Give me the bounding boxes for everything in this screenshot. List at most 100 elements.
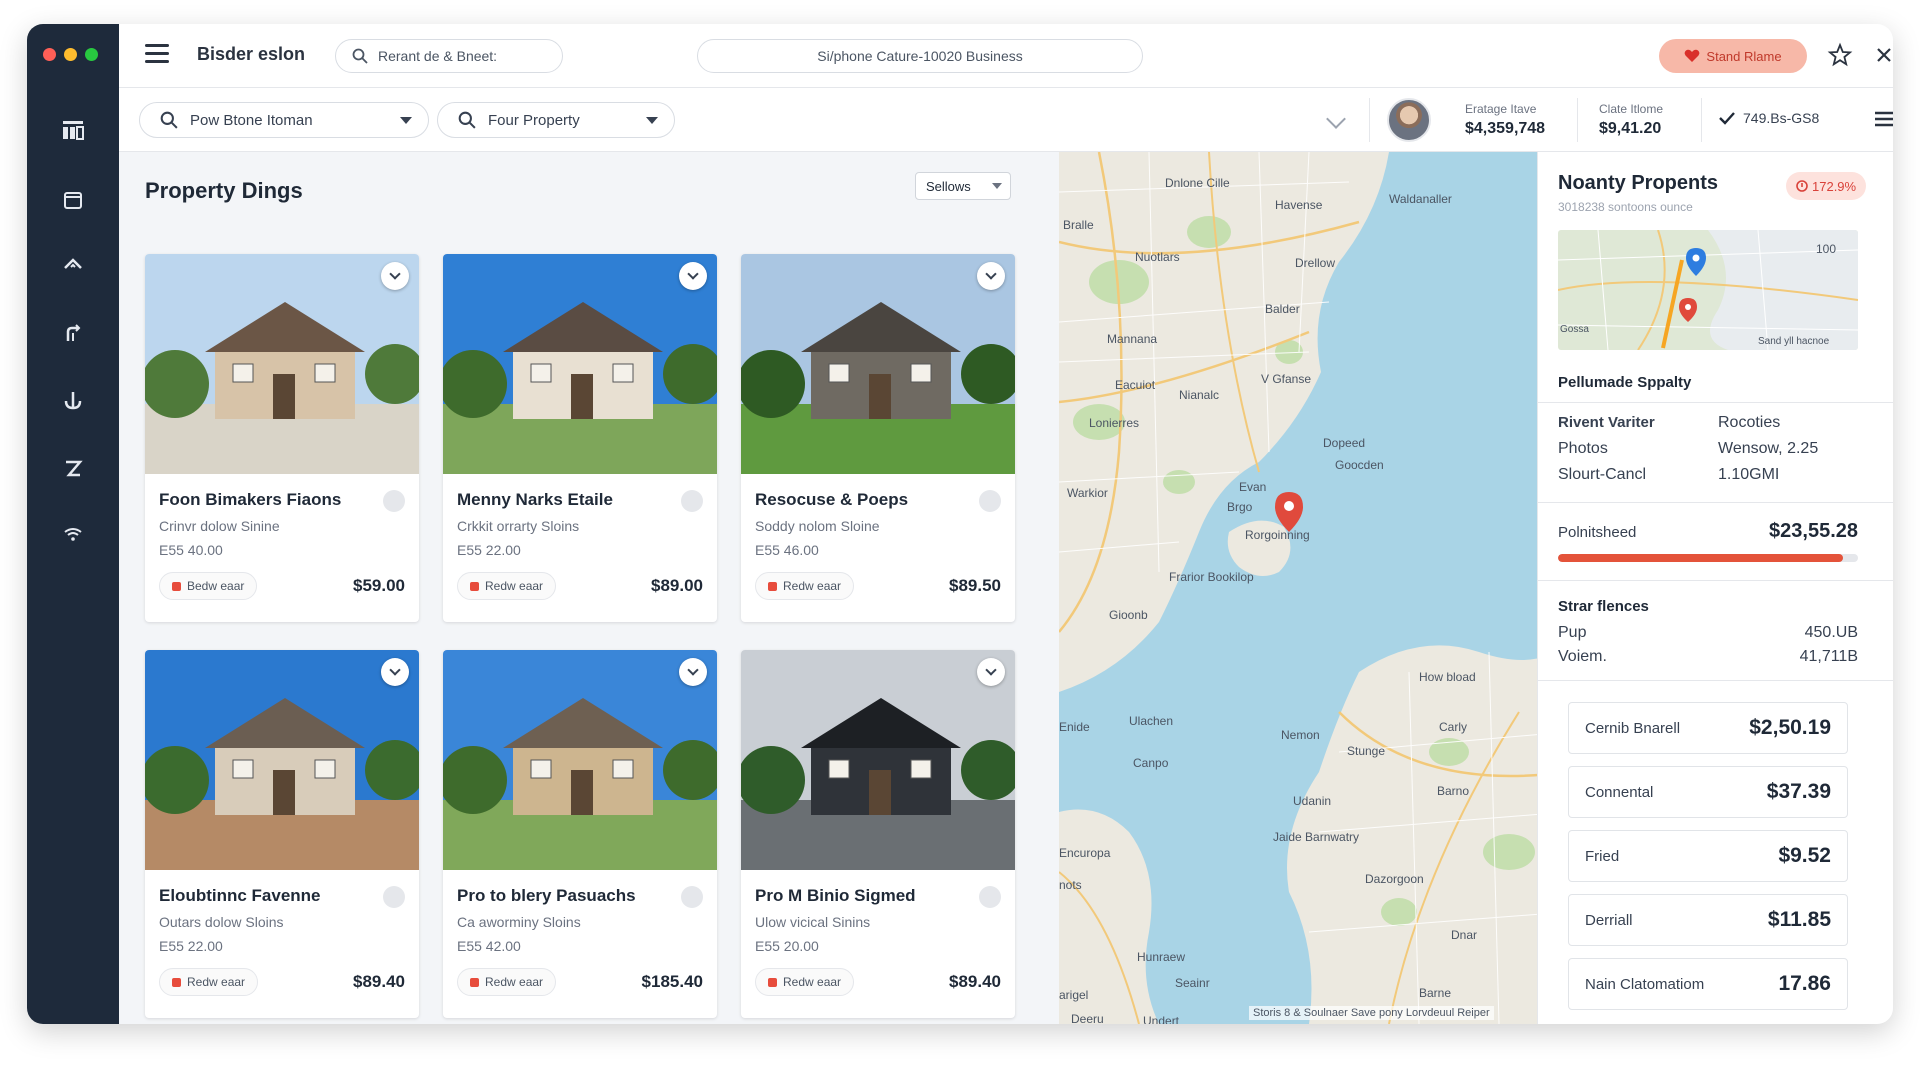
sidebar-home-icon[interactable] — [27, 246, 119, 286]
progress-value: $23,55.28 — [1769, 520, 1858, 542]
status-badge-value: 172.9% — [1812, 178, 1857, 194]
detail-key: Slourt-Cancl — [1558, 466, 1647, 483]
sidebar-wifi-icon[interactable] — [27, 514, 119, 554]
map-label: Dnar — [1451, 928, 1478, 942]
expand-chevron-icon[interactable] — [1326, 109, 1346, 129]
minimap-label: Sand yll hacnoe — [1758, 336, 1830, 347]
sort-label: Sellows — [926, 178, 971, 194]
listing-tag-button[interactable]: Bedw eaar — [159, 572, 258, 600]
listing-tag-button[interactable]: Redw eaar — [755, 572, 855, 600]
map-label: Jaide Barnwatry — [1273, 830, 1360, 844]
listing-price: $185.40 — [641, 972, 703, 991]
map-label: Drellow — [1295, 256, 1336, 270]
alert-icon — [1796, 180, 1808, 192]
progress-fill — [1558, 554, 1843, 562]
chevron-down-icon[interactable] — [977, 658, 1005, 686]
section-heading: Pellumade Sppalty — [1558, 374, 1692, 391]
top-search-placeholder: Rerant de & Bneet: — [378, 48, 498, 64]
chevron-down-icon[interactable] — [977, 262, 1005, 290]
info-icon[interactable] — [681, 886, 703, 908]
detail-key: Photos — [1558, 440, 1608, 457]
listing-photo — [741, 254, 1015, 474]
listing-tag-label: Redw eaar — [187, 975, 246, 989]
chevron-down-icon[interactable] — [679, 658, 707, 686]
map-label: Barne — [1419, 986, 1452, 1000]
sort-dropdown[interactable]: Sellows — [915, 172, 1011, 200]
cost-row[interactable]: Cernib Bnarell $2,50.19 — [1568, 702, 1848, 754]
listings-title: Property Dings — [145, 178, 303, 203]
small-row: Pup 450.UB — [1558, 624, 1858, 642]
header-stat-2: Clate Itlome $9,41.20 — [1599, 102, 1663, 138]
info-icon[interactable] — [979, 886, 1001, 908]
tag-icon — [470, 581, 479, 591]
menu-icon[interactable] — [145, 44, 169, 64]
cost-row[interactable]: Fried $9.52 — [1568, 830, 1848, 882]
map-view[interactable]: Dnlone Cille Havense Waldanaller Bralle Nuot… — [1059, 152, 1567, 1024]
map-label: Deeru — [1071, 1012, 1104, 1024]
listing-photo — [145, 650, 419, 870]
cost-value: $2,50.19 — [1749, 716, 1831, 739]
listing-price: $89.40 — [353, 972, 405, 991]
chevron-down-icon[interactable] — [381, 658, 409, 686]
cost-row[interactable]: Nain Clatomatiom 17.86 — [1568, 958, 1848, 1010]
listing-card[interactable]: Pro to blery Pasuachs Ca aworminy Sloins E… — [443, 650, 717, 1018]
cost-label: Connental — [1585, 783, 1654, 801]
listing-card[interactable]: Pro M Binio Sigmed Ulow vicical Sinins E55… — [741, 650, 1015, 1018]
avatar[interactable] — [1387, 98, 1431, 142]
map-label: Nuotlars — [1135, 250, 1180, 264]
panel-subtitle: 3018238 sontoons ounce — [1558, 200, 1693, 214]
sidebar-calendar-icon[interactable] — [27, 180, 119, 220]
map-label: Rorgoinning — [1245, 528, 1310, 542]
close-icon[interactable] — [1871, 42, 1893, 68]
listing-tag-button[interactable]: Redw eaar — [457, 572, 557, 600]
sidebar-anchor-icon[interactable] — [27, 380, 119, 420]
listing-card[interactable]: Eloubtinnc Favenne Outars dolow Sloins E55… — [145, 650, 419, 1018]
info-icon[interactable] — [979, 490, 1001, 512]
map-label: Waldanaller — [1389, 192, 1452, 206]
property-type-filter-label: Four Property — [488, 111, 580, 129]
top-bar: Bisder eslon Rerant de & Bneet: Si/phone… — [119, 24, 1893, 88]
sidebar-share-icon[interactable] — [27, 314, 119, 354]
mini-map[interactable]: 100 Sand yll hacnoe Gossa — [1558, 230, 1858, 350]
property-type-filter[interactable]: Four Property — [437, 102, 675, 138]
map-label: Nemon — [1281, 728, 1320, 742]
listing-card[interactable]: Resocuse & Poeps Soddy nolom Sloine E55 46… — [741, 254, 1015, 622]
star-icon[interactable] — [1827, 42, 1853, 68]
listing-tag-button[interactable]: Redw eaar — [457, 968, 557, 996]
chevron-down-icon[interactable] — [679, 262, 707, 290]
cost-row[interactable]: Connental $37.39 — [1568, 766, 1848, 818]
listing-photo — [443, 254, 717, 474]
minimize-window-button[interactable] — [64, 48, 77, 61]
cost-label: Nain Clatomatiom — [1585, 975, 1705, 993]
listing-tag-label: Bedw eaar — [187, 579, 245, 593]
info-icon[interactable] — [383, 490, 405, 512]
more-menu-icon[interactable] — [1871, 106, 1893, 132]
map-label: Frarior Bookilop — [1169, 570, 1254, 584]
listing-tag-button[interactable]: Redw eaar — [159, 968, 259, 996]
map-label: Enide — [1059, 720, 1090, 734]
sidebar-reports-icon[interactable] — [27, 448, 119, 488]
detail-row: Slourt-Cancl 1.10GMI — [1558, 466, 1854, 484]
info-icon[interactable] — [681, 490, 703, 512]
detail-value: 1.10GMI — [1718, 466, 1780, 483]
listing-tag-button[interactable]: Redw eaar — [755, 968, 855, 996]
map-label: Mannana — [1107, 332, 1158, 346]
location-filter[interactable]: Pow Btone Itoman — [139, 102, 429, 138]
listing-card[interactable]: Foon Bimakers Fiaons Crinvr dolow Sinine E… — [145, 254, 419, 622]
center-search-input[interactable]: Si/phone Cature-10020 Business — [697, 39, 1143, 73]
cost-value: $37.39 — [1766, 780, 1831, 803]
search-icon — [160, 111, 178, 129]
check-status: 749.Bs-GS8 — [1719, 110, 1819, 126]
cost-label: Cernib Bnarell — [1585, 719, 1681, 737]
close-window-button[interactable] — [43, 48, 56, 61]
maximize-window-button[interactable] — [85, 48, 98, 61]
save-home-label: Stand Rlame — [1706, 48, 1782, 64]
map-label: Seainr — [1175, 976, 1210, 990]
info-icon[interactable] — [383, 886, 405, 908]
cost-row[interactable]: Derriall $11.85 — [1568, 894, 1848, 946]
save-home-button[interactable]: Stand Rlame — [1659, 39, 1807, 73]
sidebar-dashboard-icon[interactable] — [27, 110, 119, 150]
top-search-input[interactable]: Rerant de & Bneet: — [335, 39, 563, 73]
listing-card[interactable]: Menny Narks Etaile Crkkit orrarty Sloins E… — [443, 254, 717, 622]
chevron-down-icon[interactable] — [381, 262, 409, 290]
